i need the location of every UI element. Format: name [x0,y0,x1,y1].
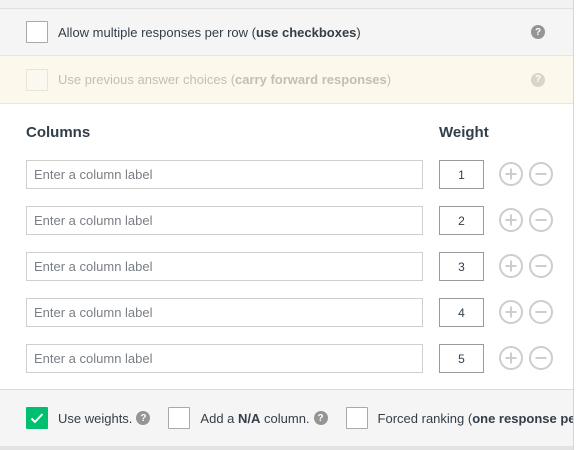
use-weights-checkbox[interactable] [26,407,48,429]
bottom-options: Use weights. ? Add a N/A column. ? Force… [0,390,573,446]
weight-input[interactable] [439,344,484,373]
forced-ranking-label[interactable]: Forced ranking (one response per [378,411,573,426]
previous-choices-checkbox [26,68,48,91]
column-label-input[interactable] [26,206,423,235]
na-column-checkbox[interactable] [168,407,191,429]
remove-row-icon[interactable] [529,300,553,324]
help-icon: ? [531,72,545,87]
column-label-input[interactable] [26,252,423,281]
matrix-options-panel: Allow multiple responses per row (use ch… [0,0,574,450]
add-row-icon[interactable] [499,300,523,324]
weight-input[interactable] [439,252,484,281]
multiple-responses-label[interactable]: Allow multiple responses per row (use ch… [58,25,361,40]
remove-row-icon[interactable] [529,208,553,232]
checkmark-icon [30,413,44,424]
remove-row-icon[interactable] [529,346,553,370]
bottom-scroll-track [0,446,573,450]
previous-choices-label: Use previous answer choices (carry forwa… [58,72,392,87]
column-label-input[interactable] [26,160,423,189]
add-row-icon[interactable] [499,162,523,186]
weight-input[interactable] [439,298,484,327]
column-label-input[interactable] [26,298,423,327]
weight-header: Weight [439,124,489,141]
use-weights-label[interactable]: Use weights. [58,411,132,426]
columns-section: Columns Weight [0,104,573,390]
previous-choices-option: Use previous answer choices (carry forwa… [0,56,573,104]
add-row-icon[interactable] [499,346,523,370]
remove-row-icon[interactable] [529,162,553,186]
column-label-input[interactable] [26,344,423,373]
columns-header: Columns [26,124,91,141]
help-icon[interactable]: ? [313,411,328,425]
weight-input[interactable] [439,160,484,189]
add-row-icon[interactable] [499,254,523,278]
na-column-label[interactable]: Add a N/A column. [200,411,309,426]
multiple-responses-option: Allow multiple responses per row (use ch… [0,8,573,56]
remove-row-icon[interactable] [529,254,553,278]
weight-input[interactable] [439,206,484,235]
add-row-icon[interactable] [499,208,523,232]
forced-ranking-checkbox[interactable] [345,407,368,429]
multiple-responses-checkbox[interactable] [26,21,48,43]
help-icon[interactable]: ? [531,25,545,39]
help-icon[interactable]: ? [136,411,151,425]
